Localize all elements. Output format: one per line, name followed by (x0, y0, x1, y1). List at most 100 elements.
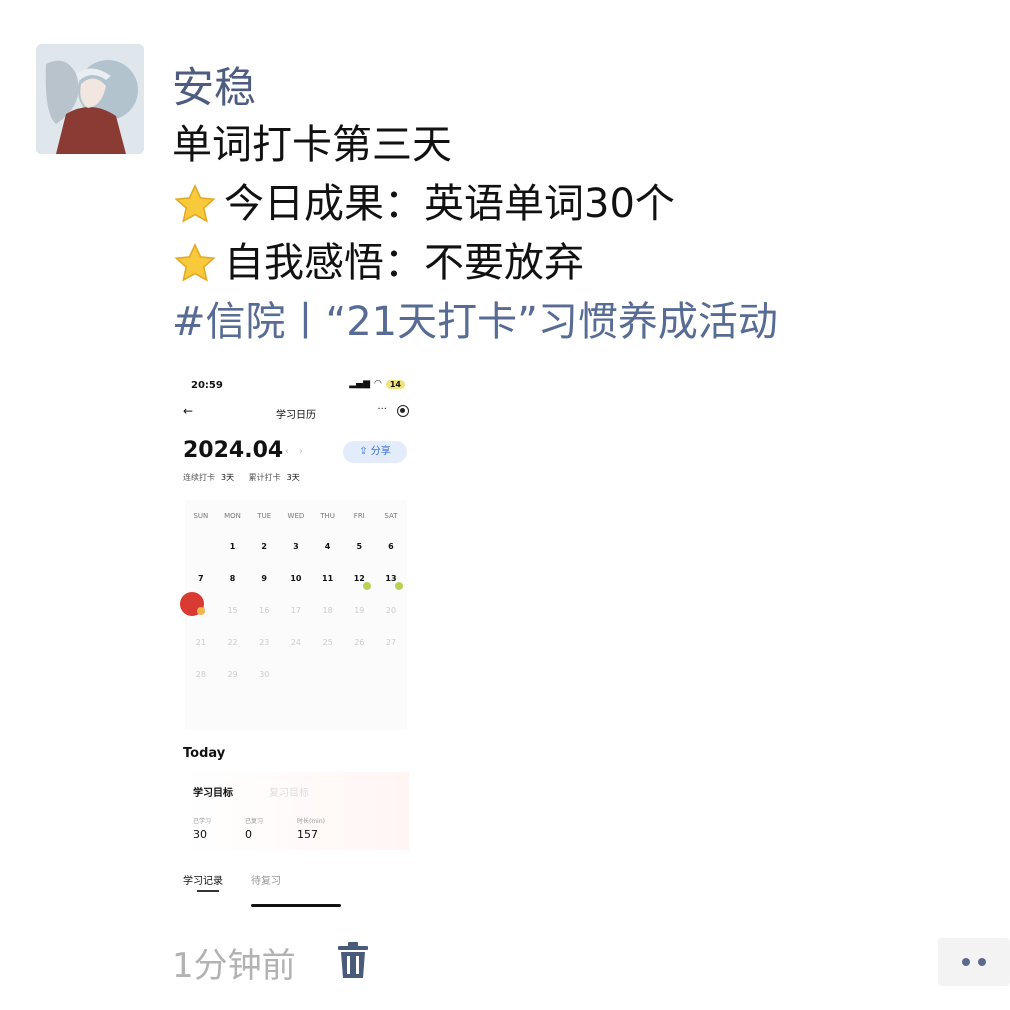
weekday: TUE (257, 512, 272, 520)
day-cell: 16 (259, 606, 270, 615)
trash-icon[interactable] (336, 940, 370, 980)
day-cell: 10 (290, 574, 302, 583)
share-button: ⇪ 分享 (343, 441, 407, 463)
star-icon (174, 183, 216, 223)
post-line-2-text: 今日成果：英语单词30个 (224, 181, 675, 227)
stat-label: 已学习 (193, 818, 212, 825)
calendar-grid: SUN MON TUE WED THU FRI SAT 1 2 3 4 5 6 … (185, 500, 407, 730)
day-cell: 6 (388, 542, 394, 551)
month-arrows: ‹› (285, 446, 313, 457)
streak-label: 连续打卡 (183, 473, 215, 482)
day-cell: 30 (259, 670, 270, 679)
avatar[interactable] (36, 44, 144, 154)
screenshot-nav: ← 学习日历 ··· (173, 404, 419, 424)
day-cell: 27 (385, 638, 397, 647)
goal-stat-labels: 已学习 已复习 时长(min) (193, 816, 349, 825)
avatar-image (36, 44, 144, 154)
attached-screenshot[interactable]: 20:59 ▂▄▆ ◠ 14 ← 学习日历 ··· 2024.04 ‹› ⇪ 分… (173, 366, 419, 912)
close-circle-icon (397, 405, 409, 417)
day-cell: 1 (229, 542, 236, 551)
day-cell: 20 (385, 606, 397, 615)
day-cell: 7 (198, 574, 204, 583)
checkin-stats: 连续打卡 3天 累计打卡 3天 (183, 472, 312, 483)
day-cell: 21 (195, 638, 206, 647)
day-cell-checked: 12 (343, 574, 375, 590)
author-name[interactable]: 安稳 (172, 54, 256, 115)
day-cell: 17 (290, 606, 301, 615)
day-cell: 8 (229, 574, 236, 583)
status-icons: ▂▄▆ ◠ 14 (349, 379, 405, 389)
day-cell (312, 670, 344, 679)
weekday: SUN (193, 512, 209, 520)
day-cell: 15 (227, 606, 238, 615)
day-cell: 5 (356, 542, 363, 551)
day-cell: 25 (322, 638, 333, 647)
stat-value: 0 (245, 828, 252, 841)
goal-alt-label: 复习目标 (269, 788, 309, 799)
post-text: 单词打卡第三天 今日成果：英语单词30个 自我感悟：不要放弃 #信院丨“21天打… (172, 116, 778, 352)
day-cell: 28 (195, 670, 206, 679)
post-line-2: 今日成果：英语单词30个 (172, 175, 778, 234)
calendar-month: 2024.04 (183, 438, 284, 463)
week-row: 14 15 16 17 18 19 20 (185, 606, 407, 615)
day-cell (375, 670, 407, 679)
post-line-1: 单词打卡第三天 (172, 116, 778, 175)
weekday: SAT (384, 512, 398, 520)
stat-label: 已复习 (245, 818, 264, 825)
week-row: 21 22 23 24 25 26 27 (185, 638, 407, 647)
record-tabs: 学习记录 待复习 (183, 872, 281, 887)
streak-value: 3天 (221, 473, 235, 482)
stat-label: 时长(min) (297, 818, 325, 825)
goal-card: 学习目标 复习目标 已学习 已复习 时长(min) 30 0 157 (183, 772, 409, 850)
today-heading: Today (183, 746, 226, 761)
post-time: 1分钟前 (172, 946, 296, 986)
topic-tag[interactable]: #信院丨“21天打卡”习惯养成活动 (172, 293, 778, 352)
day-cell (280, 670, 312, 679)
day-cell: 4 (324, 542, 331, 551)
today-marker (180, 592, 205, 616)
weekday: THU (320, 512, 335, 520)
more-dots-icon[interactable] (938, 938, 1010, 986)
stat-value: 157 (297, 828, 318, 841)
day-cell: 19 (354, 606, 365, 615)
more-icon: ··· (377, 404, 387, 415)
tab-underline (197, 890, 219, 892)
total-label: 累计打卡 (248, 473, 281, 482)
week-row: 28 29 30 (185, 670, 407, 679)
battery-icon: 14 (385, 379, 405, 389)
day-cell: 26 (354, 638, 365, 647)
signal-icon: ▂▄▆ (349, 379, 370, 389)
dot (978, 958, 986, 966)
post-line-3: 自我感悟：不要放弃 (172, 234, 778, 293)
week-row: 7 8 9 10 11 12 13 (185, 574, 407, 590)
day-cell (343, 670, 375, 679)
post-line-1-text: 单词打卡第三天 (172, 122, 452, 168)
home-indicator (251, 904, 341, 907)
post-line-3-text: 自我感悟：不要放弃 (224, 240, 584, 286)
weekday: MON (224, 512, 241, 520)
day-cell: 11 (322, 574, 334, 583)
share-icon: ⇪ (359, 446, 371, 457)
share-label: 分享 (370, 446, 391, 457)
stat-value: 30 (193, 828, 207, 841)
dot (962, 958, 970, 966)
day-cell: 23 (259, 638, 270, 647)
day-cell: 22 (227, 638, 238, 647)
day-cell: 2 (261, 542, 267, 551)
tab-to-review: 待复习 (251, 876, 281, 887)
day-cell: 9 (261, 574, 267, 583)
wifi-icon: ◠ (374, 379, 382, 389)
goal-label: 学习目标 (193, 788, 233, 799)
week-row: 1 2 3 4 5 6 (185, 542, 407, 551)
weekday: FRI (353, 512, 365, 520)
goal-stat-values: 30 0 157 (193, 828, 349, 841)
day-cell: 3 (293, 542, 299, 551)
topic-tag-text[interactable]: #信院丨“21天打卡”习惯养成活动 (172, 293, 778, 352)
day-cell: 24 (290, 638, 301, 647)
total-value: 3天 (286, 473, 300, 482)
status-time: 20:59 (191, 380, 223, 391)
day-cell: 29 (227, 670, 238, 679)
tab-study-record: 学习记录 (183, 876, 223, 887)
day-cell (185, 542, 217, 551)
star-icon (174, 242, 216, 282)
